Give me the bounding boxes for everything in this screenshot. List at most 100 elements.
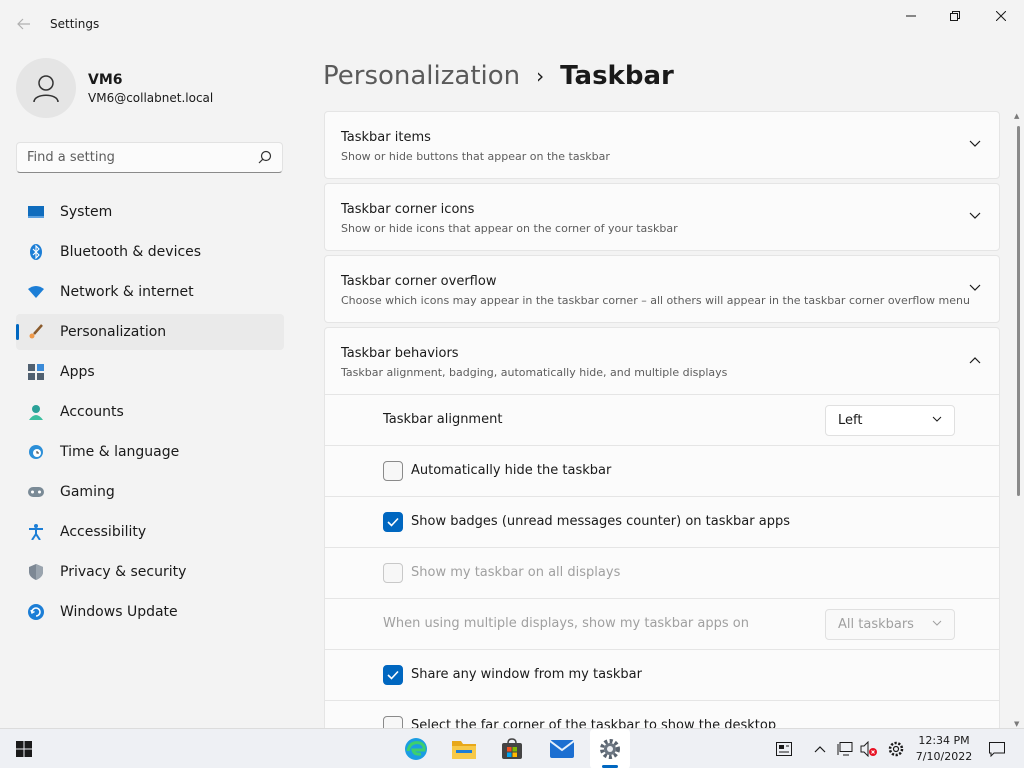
sidebar-item-label: Privacy & security bbox=[60, 564, 187, 580]
quick-settings-button[interactable] bbox=[884, 729, 908, 768]
taskbar-settings[interactable] bbox=[590, 729, 630, 768]
section-title: Taskbar corner overflow bbox=[341, 274, 497, 289]
sidebar-item-label: Bluetooth & devices bbox=[60, 244, 202, 260]
section-taskbar-corner-overflow[interactable]: Taskbar corner overflow Choose which ico… bbox=[324, 255, 1000, 323]
settings-content: Taskbar items Show or hide buttons that … bbox=[324, 111, 1000, 729]
chevron-up-icon bbox=[814, 746, 826, 753]
brush-icon bbox=[28, 324, 44, 340]
sidebar-item-label: Accessibility bbox=[60, 524, 147, 540]
sidebar-item-apps[interactable]: Apps bbox=[16, 354, 284, 390]
scroll-up-arrow-icon[interactable]: ▲ bbox=[1014, 112, 1019, 120]
settings-icon bbox=[600, 739, 620, 759]
share-window-checkbox[interactable] bbox=[383, 665, 403, 685]
chevron-up-icon bbox=[969, 357, 981, 364]
scrollbar-thumb[interactable] bbox=[1017, 126, 1020, 496]
sidebar-item-windows-update[interactable]: Windows Update bbox=[16, 594, 284, 630]
breadcrumb-separator: › bbox=[536, 64, 545, 88]
clock-date: 7/10/2022 bbox=[915, 750, 973, 763]
clock-time: 12:34 PM bbox=[918, 734, 970, 747]
auto-hide-row: Automatically hide the taskbar bbox=[324, 446, 1000, 497]
all-displays-checkbox[interactable] bbox=[383, 563, 403, 583]
profile-name: VM6 bbox=[88, 71, 123, 88]
section-title: Taskbar corner icons bbox=[341, 202, 475, 217]
dropdown-value: Left bbox=[838, 413, 863, 428]
minimize-button[interactable] bbox=[888, 0, 934, 32]
sidebar-item-label: Personalization bbox=[60, 324, 167, 340]
sidebar-item-network[interactable]: Network & internet bbox=[16, 274, 284, 310]
store-icon bbox=[502, 738, 522, 759]
content-scrollbar[interactable]: ▲ ▼ bbox=[1012, 112, 1024, 728]
person-icon bbox=[28, 404, 44, 420]
sidebar-item-gaming[interactable]: Gaming bbox=[16, 474, 284, 510]
sidebar-nav: System Bluetooth & devices Network & int… bbox=[16, 194, 284, 634]
user-profile[interactable]: VM6 VM6@collabnet.local bbox=[16, 58, 213, 118]
section-description: Choose which icons may appear in the tas… bbox=[341, 294, 970, 307]
chevron-down-icon bbox=[932, 620, 942, 626]
shield-icon bbox=[28, 564, 44, 580]
auto-hide-checkbox[interactable] bbox=[383, 461, 403, 481]
restore-icon bbox=[950, 11, 960, 21]
sidebar-item-privacy[interactable]: Privacy & security bbox=[16, 554, 284, 590]
sidebar-item-bluetooth[interactable]: Bluetooth & devices bbox=[16, 234, 284, 270]
section-taskbar-behaviors[interactable]: Taskbar behaviors Taskbar alignment, bad… bbox=[324, 327, 1000, 395]
show-badges-row: Show badges (unread messages counter) on… bbox=[324, 497, 1000, 548]
taskbar-clock[interactable]: 12:34 PM 7/10/2022 bbox=[906, 733, 982, 765]
share-window-label: Share any window from my taskbar bbox=[411, 667, 642, 682]
section-description: Taskbar alignment, badging, automaticall… bbox=[341, 366, 728, 379]
person-icon bbox=[33, 75, 59, 103]
network-status[interactable] bbox=[834, 729, 856, 768]
taskbar-store[interactable] bbox=[492, 729, 532, 768]
show-hidden-icons-button[interactable] bbox=[810, 729, 830, 768]
close-icon bbox=[996, 11, 1006, 21]
sidebar-item-system[interactable]: System bbox=[16, 194, 284, 230]
taskbar-mail[interactable] bbox=[542, 729, 582, 768]
back-button[interactable] bbox=[12, 12, 36, 36]
chevron-down-icon bbox=[969, 212, 981, 219]
taskbar-alignment-dropdown[interactable]: Left bbox=[825, 405, 955, 436]
breadcrumb-parent[interactable]: Personalization bbox=[323, 61, 520, 91]
search-icon bbox=[258, 150, 272, 164]
bluetooth-icon bbox=[28, 244, 44, 260]
section-taskbar-items[interactable]: Taskbar items Show or hide buttons that … bbox=[324, 111, 1000, 179]
multi-display-dropdown[interactable]: All taskbars bbox=[825, 609, 955, 640]
news-icon bbox=[776, 742, 792, 756]
taskbar: 12:34 PM 7/10/2022 bbox=[0, 728, 1024, 768]
section-taskbar-corner-icons[interactable]: Taskbar corner icons Show or hide icons … bbox=[324, 183, 1000, 251]
news-widget-button[interactable] bbox=[772, 729, 796, 768]
notifications-button[interactable] bbox=[986, 729, 1008, 768]
auto-hide-label: Automatically hide the taskbar bbox=[411, 463, 612, 478]
taskbar-edge[interactable] bbox=[396, 729, 436, 768]
section-description: Show or hide buttons that appear on the … bbox=[341, 150, 610, 163]
scroll-down-arrow-icon[interactable]: ▼ bbox=[1014, 720, 1019, 728]
title-bar: Settings bbox=[0, 0, 1024, 48]
taskbar-file-explorer[interactable] bbox=[444, 729, 484, 768]
sidebar-item-accessibility[interactable]: Accessibility bbox=[16, 514, 284, 550]
gear-icon bbox=[888, 741, 904, 757]
all-displays-row: Show my taskbar on all displays bbox=[324, 548, 1000, 599]
share-window-row: Share any window from my taskbar bbox=[324, 650, 1000, 701]
sidebar-item-label: Windows Update bbox=[60, 604, 178, 620]
maximize-button[interactable] bbox=[932, 0, 978, 32]
mail-icon bbox=[550, 740, 574, 758]
close-button[interactable] bbox=[978, 0, 1024, 32]
sidebar-item-label: Accounts bbox=[60, 404, 124, 420]
sidebar-item-personalization[interactable]: Personalization bbox=[16, 314, 284, 350]
sidebar-item-time-language[interactable]: Time & language bbox=[16, 434, 284, 470]
sidebar-item-label: Network & internet bbox=[60, 284, 194, 300]
chevron-down-icon bbox=[969, 140, 981, 147]
show-badges-checkbox[interactable] bbox=[383, 512, 403, 532]
notification-icon bbox=[989, 741, 1005, 757]
chevron-down-icon bbox=[969, 284, 981, 291]
back-arrow-icon bbox=[17, 18, 30, 30]
volume-muted-icon bbox=[860, 741, 877, 757]
start-button[interactable] bbox=[4, 729, 44, 768]
sidebar-item-label: System bbox=[60, 204, 113, 220]
section-description: Show or hide icons that appear on the co… bbox=[341, 222, 678, 235]
page-title: Taskbar bbox=[560, 61, 674, 91]
sidebar-item-accounts[interactable]: Accounts bbox=[16, 394, 284, 430]
multi-display-row: When using multiple displays, show my ta… bbox=[324, 599, 1000, 650]
volume-status[interactable] bbox=[858, 729, 880, 768]
search-input[interactable] bbox=[17, 143, 237, 172]
search-box[interactable] bbox=[16, 142, 283, 173]
sidebar-item-label: Apps bbox=[60, 364, 95, 380]
